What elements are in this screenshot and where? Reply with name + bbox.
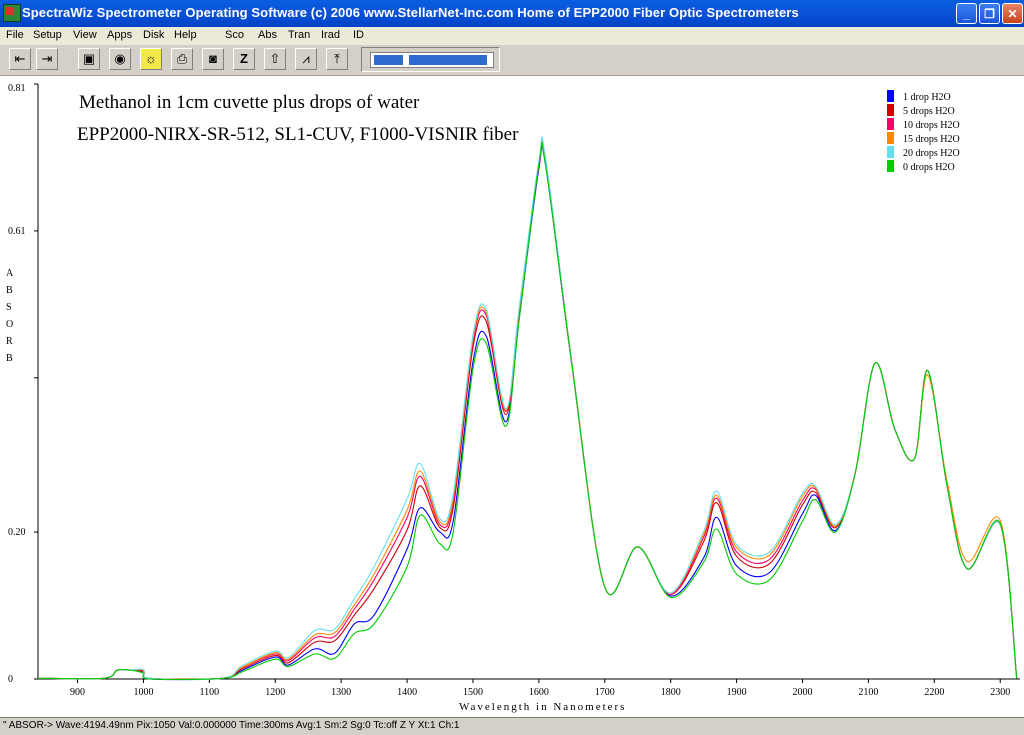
reference-bulb-icon[interactable]: ☼ xyxy=(140,48,162,70)
x-tick-label: 1700 xyxy=(595,687,615,698)
zoom-z-icon[interactable]: Z xyxy=(233,48,255,70)
status-bar: " ABSOR-> Wave:4194.49nm Pix:1050 Val:0.… xyxy=(0,717,1024,735)
progress-segment-1 xyxy=(374,55,403,65)
legend-label: 15 drops H2O xyxy=(903,134,960,145)
x-tick-label: 1300 xyxy=(331,687,351,698)
x-axis-label: Wavelength in Nanometers xyxy=(459,701,626,713)
menu-tran[interactable]: Tran xyxy=(288,29,310,41)
x-tick-label: 1100 xyxy=(200,687,220,698)
legend-swatch xyxy=(887,132,894,144)
menu-id[interactable]: ID xyxy=(353,29,364,41)
chart-subtitle: EPP2000-NIRX-SR-512, SL1-CUV, F1000-VISN… xyxy=(77,124,519,145)
menu-setup[interactable]: Setup xyxy=(33,29,62,41)
menu-disk[interactable]: Disk xyxy=(143,29,164,41)
legend-swatch xyxy=(887,90,894,102)
scroll-right-icon[interactable]: ⇥ xyxy=(36,48,58,70)
chart-title: Methanol in 1cm cuvette plus drops of wa… xyxy=(79,92,420,113)
legend-swatch xyxy=(887,146,894,158)
scan-progress-frame xyxy=(361,47,500,72)
scan-progress-bar xyxy=(370,52,494,68)
menu-abs[interactable]: Abs xyxy=(258,29,277,41)
x-tick-label: 1200 xyxy=(265,687,285,698)
camera-icon[interactable]: ◙ xyxy=(202,48,224,70)
y-tick-label: 0.20 xyxy=(8,527,26,538)
x-tick-label: 1600 xyxy=(529,687,549,698)
rescale-up-icon[interactable]: ⇧ xyxy=(264,48,286,70)
legend-label: 1 drop H2O xyxy=(903,92,951,103)
x-tick-label: 1800 xyxy=(661,687,681,698)
x-tick-label: 2100 xyxy=(858,687,878,698)
menu-file[interactable]: File xyxy=(6,29,24,41)
progress-segment-2 xyxy=(409,55,487,65)
absorbance-chart[interactable]: 0 0.20 0.61 0.81 900 1000 1100 1200 1300 1400 1500… xyxy=(0,76,1024,717)
x-tick-label: 1000 xyxy=(133,687,153,698)
series-line xyxy=(37,140,1018,680)
x-tick-label: 2000 xyxy=(793,687,813,698)
menu-bar: File Setup View Apps Disk Help Sco Abs T… xyxy=(0,27,1024,45)
export-icon[interactable]: ⤒ xyxy=(326,48,348,70)
legend-swatch xyxy=(887,104,894,116)
x-tick-label: 1900 xyxy=(727,687,747,698)
spectrawiz-app-icon[interactable] xyxy=(3,4,21,22)
y-tick-label: 0 xyxy=(8,674,13,685)
legend-label: 20 drops H2O xyxy=(903,148,960,159)
y-tick-label: 0.61 xyxy=(8,226,26,237)
legend-swatch xyxy=(887,160,894,172)
scroll-left-icon[interactable]: ⇤ xyxy=(9,48,31,70)
menu-sco[interactable]: Sco xyxy=(225,29,244,41)
x-tick-label: 1500 xyxy=(463,687,483,698)
series-line xyxy=(37,138,1018,681)
spectrum-plot-area[interactable]: 0 0.20 0.61 0.81 900 1000 1100 1200 1300 1400 1500… xyxy=(0,76,1024,717)
legend-label: 5 drops H2O xyxy=(903,106,955,117)
x-tick-label: 2200 xyxy=(924,687,944,698)
toolbar: ⇤ ⇥ ▣ ◉ ☼ ⎙ ◙ Z ⇧ ⩘ ⤒ xyxy=(0,45,1024,76)
dark-bulb-icon[interactable]: ◉ xyxy=(109,48,131,70)
y-tick-label: 0.81 xyxy=(8,83,26,94)
status-readout: " ABSOR-> Wave:4194.49nm Pix:1050 Val:0.… xyxy=(3,720,460,731)
menu-help[interactable]: Help xyxy=(174,29,197,41)
series-line xyxy=(37,140,1018,680)
print-icon[interactable]: ⎙ xyxy=(171,48,193,70)
menu-view[interactable]: View xyxy=(73,29,97,41)
legend-label: 0 drops H2O xyxy=(903,162,955,173)
legend-swatch xyxy=(887,118,894,130)
legend-label: 10 drops H2O xyxy=(903,120,960,131)
x-tick-label: 2300 xyxy=(990,687,1010,698)
menu-apps[interactable]: Apps xyxy=(107,29,132,41)
x-tick-label: 1400 xyxy=(397,687,417,698)
title-bar: SpectraWiz Spectrometer Operating Softwa… xyxy=(0,0,1024,27)
close-button[interactable]: ✕ xyxy=(1002,3,1023,24)
y-axis-label: ABSORB xyxy=(6,268,14,364)
peak-icon[interactable]: ⩘ xyxy=(295,48,317,70)
menu-irad[interactable]: Irad xyxy=(321,29,340,41)
series-line xyxy=(37,142,1018,681)
minimize-button[interactable]: _ xyxy=(956,3,977,24)
x-tick-label: 900 xyxy=(70,687,85,698)
series-line xyxy=(37,143,1018,681)
window-title: SpectraWiz Spectrometer Operating Softwa… xyxy=(22,5,799,20)
maximize-button[interactable]: ❐ xyxy=(979,3,1000,24)
series-line xyxy=(37,136,1018,681)
save-disk-icon[interactable]: ▣ xyxy=(78,48,100,70)
